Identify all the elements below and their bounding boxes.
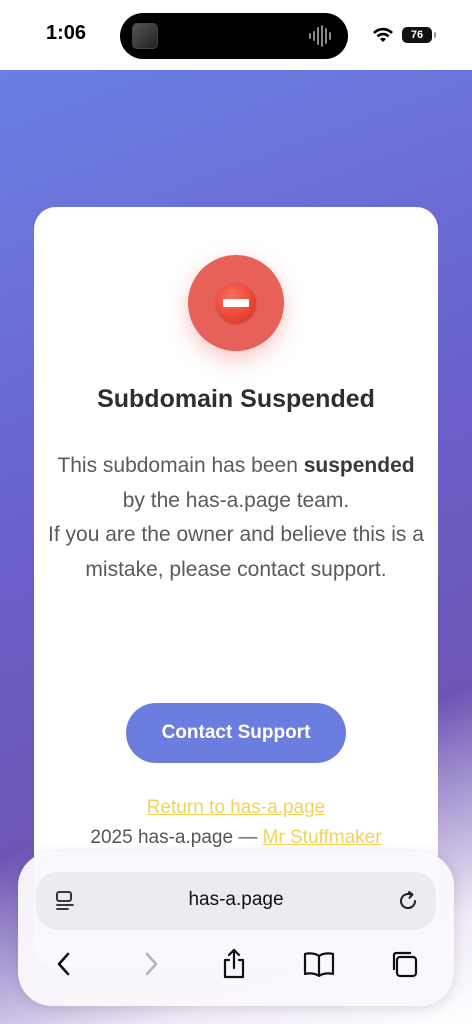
forward-button[interactable] (133, 946, 169, 982)
battery-level: 76 (410, 29, 424, 41)
share-button[interactable] (216, 946, 252, 982)
footer: 2025 has-a.page — Mr Stuffmaker (34, 827, 438, 849)
status-time: 1:06 (46, 22, 87, 44)
message-text-owner: If you are the owner and believe this is… (48, 523, 424, 581)
now-playing-artwork (132, 23, 158, 49)
error-badge (188, 255, 284, 351)
share-icon (223, 948, 245, 979)
bookmarks-icon (303, 952, 335, 978)
battery-indicator: 76 (402, 27, 436, 43)
message-text-bold: suspended (303, 454, 415, 477)
suspension-message: This subdomain has been suspended by the… (44, 449, 428, 587)
dynamic-island (120, 13, 348, 59)
back-icon (57, 952, 70, 976)
page-title: Subdomain Suspended (97, 385, 375, 413)
footer-copyright: 2025 has-a.page — (90, 827, 258, 848)
address-bar[interactable]: has-a.page (36, 872, 436, 930)
reload-icon[interactable] (396, 889, 420, 913)
contact-support-button[interactable]: Contact Support (126, 703, 346, 763)
status-bar: 1:06 76 (0, 0, 472, 70)
browser-toolbar: has-a.page (18, 852, 454, 1006)
forward-icon (145, 952, 158, 976)
url-text: has-a.page (188, 889, 284, 910)
tabs-icon (392, 951, 418, 978)
footer-author-link[interactable]: Mr Stuffmaker (263, 827, 382, 848)
bookmarks-button[interactable] (301, 946, 337, 982)
return-home-link[interactable]: Return to has-a.page (34, 797, 438, 819)
message-text-post: by the has-a.page team. (122, 488, 350, 512)
audio-wave-icon (309, 25, 331, 47)
navigation-row (18, 946, 454, 986)
tabs-button[interactable] (386, 946, 422, 982)
back-button[interactable] (46, 946, 82, 982)
no-entry-icon (216, 283, 256, 323)
message-text-pre: This subdomain has been (57, 454, 298, 477)
status-indicators: 76 (372, 24, 436, 46)
wifi-icon (373, 27, 393, 42)
